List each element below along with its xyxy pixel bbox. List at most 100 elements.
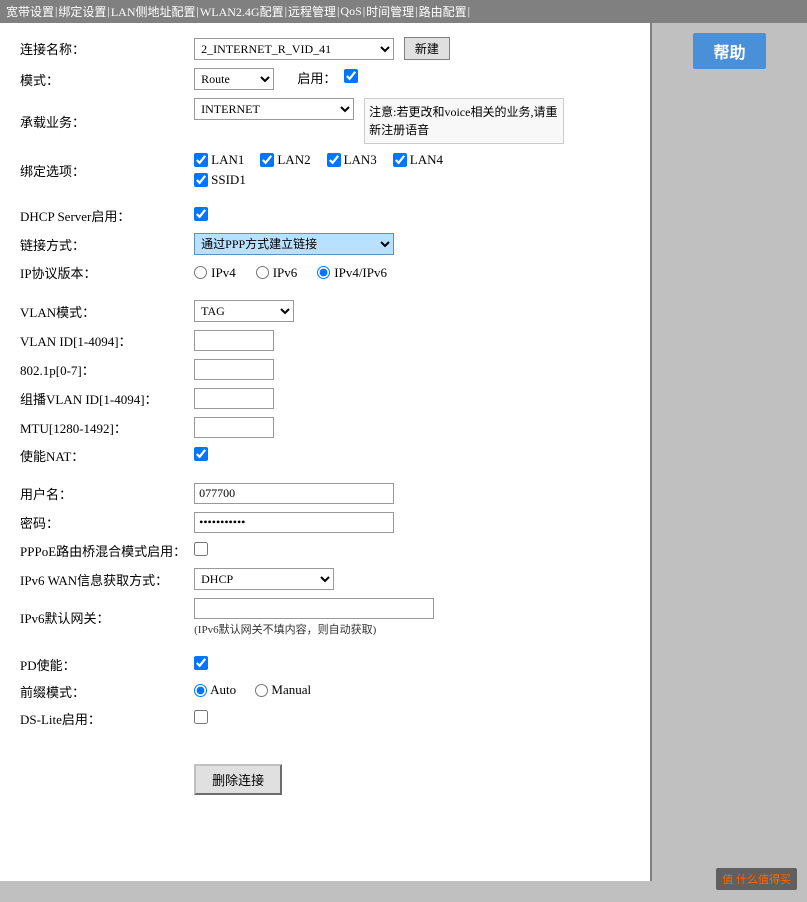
link-select[interactable]: 通过PPP方式建立链接 xyxy=(194,233,394,255)
multicast-vlan-input[interactable] xyxy=(194,388,274,409)
ipv6gw-row: IPv6默认网关： (IPv6默认网关不填内容，则自动获取) xyxy=(16,594,634,641)
mtu-row: MTU[1280-1492]： 1492 xyxy=(16,413,634,442)
mtu-input[interactable]: 1492 xyxy=(194,417,274,438)
binding-value-cell: LAN1 LAN2 LAN3 LAN4 xyxy=(190,148,634,192)
password-label: 密码： xyxy=(16,508,190,537)
enable-checkbox[interactable] xyxy=(344,69,358,83)
binding-label: 绑定选项： xyxy=(16,148,190,192)
dhcp-value-cell xyxy=(190,202,634,229)
pppoe-bridge-checkbox[interactable] xyxy=(194,542,208,556)
nav-wlan24[interactable]: WLAN2.4G配置 xyxy=(200,3,284,20)
dslite-checkbox[interactable] xyxy=(194,710,208,724)
prefix-auto-radio[interactable] xyxy=(194,684,207,697)
mode-row: 模式： Route 启用： xyxy=(16,64,634,94)
prefix-manual-radio[interactable] xyxy=(255,684,268,697)
ipver-value-cell: IPv4 IPv6 IPv4/IPv6 xyxy=(190,259,634,286)
nav-remote[interactable]: 远程管理 xyxy=(288,3,336,20)
conn-name-value-cell: 2_INTERNET_R_VID_41 新建 xyxy=(190,33,634,64)
enable-label: 启用： xyxy=(297,71,336,86)
nat-label: 使能NAT： xyxy=(16,442,190,469)
ipver-label: IP协议版本： xyxy=(16,259,190,286)
pd-checkbox[interactable] xyxy=(194,656,208,670)
new-button[interactable]: 新建 xyxy=(404,37,450,60)
username-value-cell xyxy=(190,479,634,508)
main-layout: 连接名称： 2_INTERNET_R_VID_41 新建 模式： Route 启… xyxy=(0,23,807,881)
password-input[interactable] xyxy=(194,512,394,533)
right-sidebar: 帮助 xyxy=(652,23,807,881)
pd-label: PD使能： xyxy=(16,651,190,678)
vlan-id-label: VLAN ID[1-4094]： xyxy=(16,326,190,355)
dhcp-checkbox[interactable] xyxy=(194,207,208,221)
dhcp-row: DHCP Server启用： xyxy=(16,202,634,229)
binding-lan2[interactable]: LAN2 xyxy=(260,152,310,168)
mode-value-cell: Route 启用： xyxy=(190,64,634,94)
dhcp-label: DHCP Server启用： xyxy=(16,202,190,229)
service-note: 注意:若更改和voice相关的业务,请重新注册语音 xyxy=(364,98,564,144)
binding-ssid1[interactable]: SSID1 xyxy=(194,172,630,188)
ipver-ipv4[interactable]: IPv4 xyxy=(194,265,236,281)
pppoe-bridge-label: PPPoE路由桥混合模式启用： xyxy=(16,537,190,564)
nav-binding[interactable]: 绑定设置 xyxy=(58,3,106,20)
username-input[interactable] xyxy=(194,483,394,504)
ipver-ipv6[interactable]: IPv6 xyxy=(256,265,298,281)
nav-broadband[interactable]: 宽带设置 xyxy=(6,3,54,20)
link-row: 链接方式： 通过PPP方式建立链接 xyxy=(16,229,634,259)
mtu-value-cell: 1492 xyxy=(190,413,634,442)
prefix-mode-value-cell: Auto Manual xyxy=(190,678,634,705)
delete-row: 删除连接 xyxy=(16,752,634,799)
vlan-mode-value-cell: TAG xyxy=(190,296,634,326)
ipver-ipv4-radio[interactable] xyxy=(194,266,207,279)
nat-checkbox[interactable] xyxy=(194,447,208,461)
ipver-ipv4ipv6[interactable]: IPv4/IPv6 xyxy=(317,265,387,281)
service-select[interactable]: INTERNET xyxy=(194,98,354,120)
ipv6gw-note: (IPv6默认网关不填内容，则自动获取) xyxy=(194,621,630,637)
service-label: 承载业务： xyxy=(16,94,190,148)
nav-qos[interactable]: QoS xyxy=(340,4,361,19)
content-area: 连接名称： 2_INTERNET_R_VID_41 新建 模式： Route 启… xyxy=(0,23,652,881)
dot1p-value-cell: 0 xyxy=(190,355,634,384)
nat-value-cell xyxy=(190,442,634,469)
nav-time[interactable]: 时间管理 xyxy=(366,3,414,20)
vlan-id-row: VLAN ID[1-4094]： 41 xyxy=(16,326,634,355)
multicast-vlan-value-cell xyxy=(190,384,634,413)
binding-ssid1-checkbox[interactable] xyxy=(194,173,208,187)
binding-lan4[interactable]: LAN4 xyxy=(393,152,443,168)
prefix-mode-row: 前缀模式： Auto Manual xyxy=(16,678,634,705)
binding-lan4-checkbox[interactable] xyxy=(393,153,407,167)
binding-lan1[interactable]: LAN1 xyxy=(194,152,244,168)
ipv6wan-value-cell: DHCP xyxy=(190,564,634,594)
ipver-both-radio[interactable] xyxy=(317,266,330,279)
ipver-row: IP协议版本： IPv4 IPv6 IPv4/IPv6 xyxy=(16,259,634,286)
delete-button[interactable]: 删除连接 xyxy=(194,764,282,795)
password-row: 密码： xyxy=(16,508,634,537)
ipver-ipv6-radio[interactable] xyxy=(256,266,269,279)
binding-lan3[interactable]: LAN3 xyxy=(327,152,377,168)
mode-select[interactable]: Route xyxy=(194,68,274,90)
service-value-cell: INTERNET 注意:若更改和voice相关的业务,请重新注册语音 xyxy=(190,94,634,148)
nav-route[interactable]: 路由配置 xyxy=(419,3,467,20)
prefix-manual[interactable]: Manual xyxy=(255,682,311,698)
ipv6wan-label: IPv6 WAN信息获取方式： xyxy=(16,564,190,594)
config-form: 连接名称： 2_INTERNET_R_VID_41 新建 模式： Route 启… xyxy=(16,33,634,799)
nat-row: 使能NAT： xyxy=(16,442,634,469)
vlan-mode-label: VLAN模式： xyxy=(16,296,190,326)
conn-name-label: 连接名称： xyxy=(16,33,190,64)
binding-lan1-checkbox[interactable] xyxy=(194,153,208,167)
dslite-row: DS-Lite启用： xyxy=(16,705,634,732)
prefix-auto[interactable]: Auto xyxy=(194,682,236,698)
binding-lan3-checkbox[interactable] xyxy=(327,153,341,167)
dot1p-input[interactable]: 0 xyxy=(194,359,274,380)
vlan-mode-select[interactable]: TAG xyxy=(194,300,294,322)
binding-lan2-checkbox[interactable] xyxy=(260,153,274,167)
nav-lan-addr[interactable]: LAN侧地址配置 xyxy=(111,3,196,20)
ipv6gw-input[interactable] xyxy=(194,598,434,619)
ipv6wan-select[interactable]: DHCP xyxy=(194,568,334,590)
help-button[interactable]: 帮助 xyxy=(693,33,765,69)
conn-name-row: 连接名称： 2_INTERNET_R_VID_41 新建 xyxy=(16,33,634,64)
vlan-id-input[interactable]: 41 xyxy=(194,330,274,351)
ipv6wan-row: IPv6 WAN信息获取方式： DHCP xyxy=(16,564,634,594)
conn-name-select[interactable]: 2_INTERNET_R_VID_41 xyxy=(194,38,394,60)
username-row: 用户名： xyxy=(16,479,634,508)
link-value-cell: 通过PPP方式建立链接 xyxy=(190,229,634,259)
prefix-mode-label: 前缀模式： xyxy=(16,678,190,705)
